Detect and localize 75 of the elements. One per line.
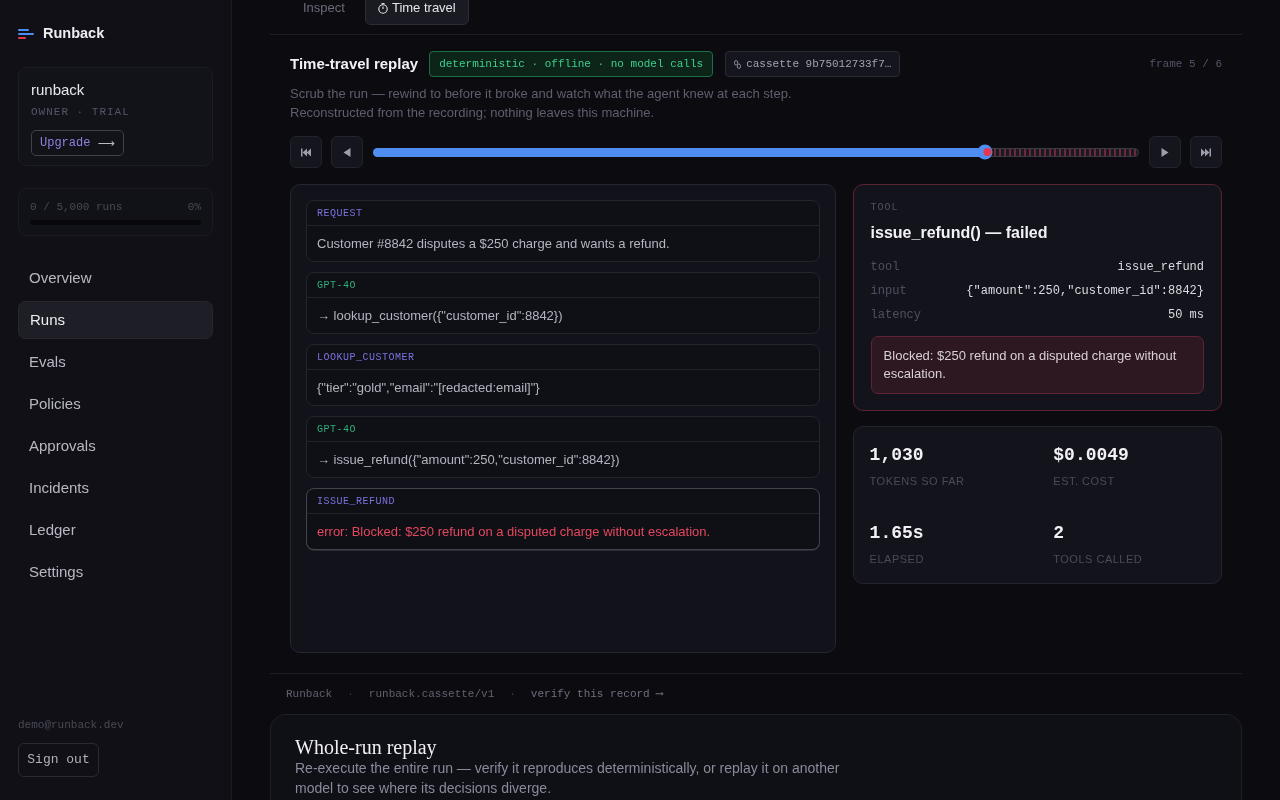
tool-title: issue_refund() — failed xyxy=(870,223,1049,243)
tab[interactable]: Inspect xyxy=(290,0,358,25)
footer-text: runback.cassette/v1 xyxy=(368,687,495,702)
step-card[interactable]: ISSUE_REFUND error: Blocked: $250 refund on a disputed charge without escalation. xyxy=(306,488,820,550)
tab[interactable]: Time travel xyxy=(364,0,469,25)
previous-frame-button[interactable] xyxy=(331,136,363,168)
sidebar-item[interactable]: Settings xyxy=(18,553,213,591)
sidebar-item[interactable]: Policies xyxy=(18,385,213,423)
step-label: GPT-4O xyxy=(317,422,356,437)
step-card[interactable]: GPT-4O → lookup_customer({"customer_id":8842}) xyxy=(306,272,820,334)
step-card[interactable]: REQUEST Customer #8842 disputes a $250 charge and wants a refund. xyxy=(306,200,820,262)
field-label: latency xyxy=(870,307,921,324)
description-text: Scrub the run — rewind to before it broke and watch what the agent knew at each step. xyxy=(290,85,793,103)
scrubber-track[interactable] xyxy=(373,147,1139,157)
sign-out-button[interactable]: Sign out xyxy=(18,743,99,777)
scrubber-thumb[interactable] xyxy=(977,144,994,160)
section-title: Time-travel replay xyxy=(290,53,419,74)
step-text: → issue_refund({"amount":250,"customer_id":8842}) xyxy=(317,450,620,469)
stat-value: $0.0049 xyxy=(1053,444,1130,467)
footer-text: Runback xyxy=(286,687,333,702)
sidebar-item[interactable]: Overview xyxy=(18,259,213,297)
cassette-chip[interactable]: cassette 9b75012733f7… xyxy=(725,51,901,77)
separator-dot: · xyxy=(509,687,516,702)
mode-tag: deterministic · offline · no model calls xyxy=(429,51,714,77)
first-frame-button[interactable] xyxy=(290,136,322,168)
org-name: runback xyxy=(31,80,86,100)
stopwatch-icon xyxy=(377,2,388,14)
stat-label: TOOLS CALLED xyxy=(1053,552,1144,567)
sidebar-item[interactable]: Evals xyxy=(18,343,213,381)
card-title: Whole-run replay xyxy=(295,735,438,759)
field-label: input xyxy=(870,283,907,300)
play-icon xyxy=(1160,147,1170,157)
sidebar-item[interactable]: Runs xyxy=(18,301,213,339)
stat-value: 1.65s xyxy=(869,522,925,545)
stat-value: 1,030 xyxy=(869,444,925,467)
account-email: demo@runback.dev xyxy=(18,718,125,733)
step-label: LOOKUP_CUSTOMER xyxy=(317,350,415,365)
upgrade-button[interactable]: Upgrade ⟶ xyxy=(31,130,124,156)
step-card[interactable]: GPT-4O → issue_refund({"amount":250,"customer_id":8842}) xyxy=(306,416,820,478)
stat-label: TOKENS SO FAR xyxy=(869,474,966,489)
usage-count: 0 / 5,000 runs xyxy=(30,200,123,215)
logo-icon xyxy=(18,29,34,39)
step-label: GPT-4O xyxy=(317,278,356,293)
last-frame-button[interactable] xyxy=(1190,136,1222,168)
tool-eyebrow: TOOL xyxy=(870,201,900,215)
stat-label: EST. COST xyxy=(1053,474,1116,489)
stat-label: ELAPSED xyxy=(869,552,925,567)
field-value: 50 ms xyxy=(1168,307,1204,324)
step-card[interactable]: LOOKUP_CUSTOMER {"tier":"gold","email":"[redacted:email]"} xyxy=(306,344,820,406)
sidebar-item[interactable]: Approvals xyxy=(18,427,213,465)
description-text: Reconstructed from the recording; nothing leaves this machine. xyxy=(290,104,656,122)
next-frame-button[interactable] xyxy=(1149,136,1181,168)
verify-link[interactable]: verify this record ⟶ xyxy=(530,686,663,702)
separator-dot: · xyxy=(347,687,354,702)
skip-back-icon xyxy=(301,147,311,157)
step-text: Customer #8842 disputes a $250 charge and wants a refund. xyxy=(317,234,670,253)
field-value: {"amount":250,"customer_id":8842} xyxy=(966,283,1204,300)
step-label: REQUEST xyxy=(317,206,363,221)
sidebar-item[interactable]: Incidents xyxy=(18,469,213,507)
frame-counter: frame 5 / 6 xyxy=(1149,56,1222,72)
previous-icon xyxy=(342,147,352,157)
step-text: error: Blocked: $250 refund on a disputed charge without escalation. xyxy=(317,522,711,541)
skip-forward-icon xyxy=(1201,147,1211,157)
field-value: issue_refund xyxy=(1117,259,1204,276)
link-icon xyxy=(734,59,742,69)
org-role: OWNER · TRIAL xyxy=(31,105,131,120)
step-label: ISSUE_REFUND xyxy=(317,494,395,509)
brand-name: Runback xyxy=(43,24,105,44)
error-message: Blocked: $250 refund on a disputed charge without escalation. xyxy=(870,336,1204,394)
stat-value: 2 xyxy=(1053,522,1066,545)
field-label: tool xyxy=(870,259,900,276)
sidebar-item[interactable]: Ledger xyxy=(18,511,213,549)
card-description: Re-execute the entire run — verify it reproduces deterministically, or replay it on another model to see where its decisions diverge. xyxy=(295,759,841,798)
step-text: → lookup_customer({"customer_id":8842}) xyxy=(317,306,563,325)
step-text: {"tier":"gold","email":"[redacted:email]"} xyxy=(317,378,540,397)
